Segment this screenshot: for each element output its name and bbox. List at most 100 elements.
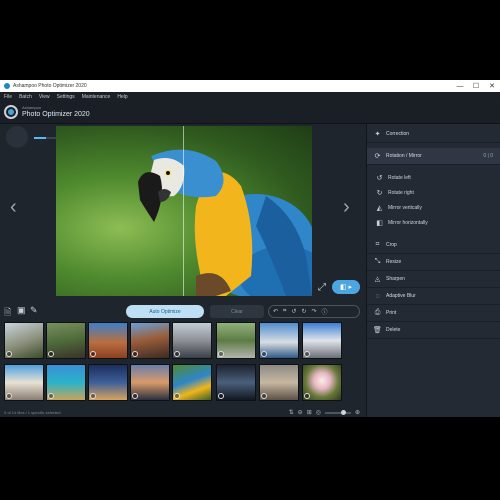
- parrot-image: [138, 149, 312, 296]
- thumbnail-check-icon[interactable]: [261, 393, 267, 399]
- thumbnail[interactable]: [216, 364, 256, 401]
- compare-toggle[interactable]: ◧ ▸: [332, 280, 360, 294]
- next-image-icon[interactable]: ›: [343, 196, 350, 219]
- thumbnail[interactable]: [172, 322, 212, 359]
- strength-slider-fill: [34, 137, 46, 139]
- redo-icon[interactable]: ↷: [311, 308, 316, 315]
- thumbnail[interactable]: [216, 322, 256, 359]
- previous-image-icon[interactable]: ‹: [10, 196, 17, 219]
- fit-view-icon[interactable]: ◎: [316, 409, 321, 416]
- zoom-in-icon[interactable]: ⊕: [355, 409, 360, 416]
- sidebar-item-crop[interactable]: ⌗ Crop: [367, 237, 500, 254]
- thumbnail[interactable]: [302, 364, 342, 401]
- mirror-vertical-icon: ◭: [376, 204, 383, 212]
- thumbnail-check-icon[interactable]: [174, 351, 180, 357]
- thumbnail[interactable]: [46, 322, 86, 359]
- sidebar-item-delete[interactable]: 🗑 Delete: [367, 322, 500, 339]
- save-icon[interactable]: ▣: [17, 305, 26, 316]
- thumbnail[interactable]: [88, 322, 128, 359]
- maximize-button[interactable]: ☐: [468, 80, 484, 92]
- status-text: 0 of 14 files / 1 specific selected: [4, 410, 61, 415]
- mirror-vertical-button[interactable]: ◭ Mirror vertically: [375, 201, 495, 214]
- thumbnail-check-icon[interactable]: [304, 351, 310, 357]
- action-toolbar: 🗎 ▣ ✎ Auto Optimize Clear ↶ ⌗ ↺ ↻ ↷ ⓘ: [0, 302, 366, 322]
- print-icon: ⎙: [374, 309, 381, 316]
- sidebar-item-print[interactable]: ⎙ Print: [367, 305, 500, 322]
- thumbnail-check-icon[interactable]: [48, 351, 54, 357]
- menu-batch[interactable]: Batch: [19, 94, 32, 100]
- thumbnail[interactable]: [302, 322, 342, 359]
- thumbnail[interactable]: [4, 364, 44, 401]
- app-icon: [4, 83, 10, 89]
- menu-view[interactable]: View: [39, 94, 50, 100]
- file-icon[interactable]: 🗎: [4, 305, 11, 321]
- sidebar-item-label: Resize: [386, 259, 402, 265]
- sidebar-item-adaptive-blur[interactable]: ◌ Adaptive Blur: [367, 288, 500, 305]
- crop-tool-icon[interactable]: ⌗: [283, 308, 286, 315]
- quick-tools-group: ↶ ⌗ ↺ ↻ ↷ ⓘ: [268, 305, 360, 318]
- thumbnail-check-icon[interactable]: [132, 393, 138, 399]
- clear-button[interactable]: Clear: [210, 305, 264, 318]
- sidebar-item-correction[interactable]: ✦ Correction: [367, 126, 500, 143]
- before-after-divider[interactable]: [183, 126, 184, 296]
- sub-item-label: Mirror vertically: [388, 204, 422, 211]
- app-window: Ashampoo Photo Optimizer 2020 — ☐ ✕ File…: [0, 80, 500, 417]
- menu-maintenance[interactable]: Maintenance: [82, 94, 111, 100]
- undo-button[interactable]: [6, 126, 28, 148]
- thumbnail[interactable]: [88, 364, 128, 401]
- rotate-right-tool-icon[interactable]: ↻: [301, 308, 306, 315]
- rotate-left-button[interactable]: ↺ Rotate left: [375, 171, 495, 184]
- photo-preview[interactable]: [56, 126, 312, 296]
- window-controls: — ☐ ✕: [452, 80, 500, 92]
- thumbnail[interactable]: [259, 364, 299, 401]
- thumbnail-check-icon[interactable]: [174, 393, 180, 399]
- menu-settings[interactable]: Settings: [57, 94, 75, 100]
- delete-icon: 🗑: [373, 327, 382, 334]
- grid-view-icon[interactable]: ⊞: [307, 409, 312, 416]
- thumbnail-check-icon[interactable]: [90, 351, 96, 357]
- thumbnail-check-icon[interactable]: [48, 393, 54, 399]
- thumbnail-check-icon[interactable]: [132, 351, 138, 357]
- thumbnail[interactable]: [259, 322, 299, 359]
- minimize-button[interactable]: —: [452, 80, 468, 92]
- sparkle-icon: ✦: [374, 131, 381, 138]
- sort-icon[interactable]: ⇅: [289, 409, 294, 416]
- thumbnail[interactable]: [4, 322, 44, 359]
- thumbnail-selected[interactable]: [172, 364, 212, 401]
- sidebar-item-label: Sharpen: [386, 276, 405, 282]
- undo-icon[interactable]: ↶: [273, 308, 278, 315]
- thumbnail-check-icon[interactable]: [218, 351, 224, 357]
- thumbnail[interactable]: [130, 322, 170, 359]
- sidebar-item-rotation-mirror[interactable]: ⟳ Rotation / Mirror 0 | 0: [367, 148, 500, 165]
- info-icon[interactable]: ⓘ: [322, 307, 328, 316]
- thumbnail-check-icon[interactable]: [304, 393, 310, 399]
- fullscreen-icon[interactable]: ⤢: [318, 282, 326, 293]
- sidebar-item-label: Crop: [386, 242, 397, 248]
- thumbnail-check-icon[interactable]: [6, 351, 12, 357]
- sidebar-item-sharpen[interactable]: ◬ Sharpen: [367, 271, 500, 288]
- thumbnail-check-icon[interactable]: [218, 393, 224, 399]
- zoom-out-icon[interactable]: ⊖: [298, 409, 303, 416]
- auto-optimize-button[interactable]: Auto Optimize: [126, 305, 204, 318]
- thumbnail-check-icon[interactable]: [6, 393, 12, 399]
- sidebar-item-resize[interactable]: ⤡ Resize: [367, 254, 500, 271]
- app-logo-icon: [4, 105, 18, 119]
- rotate-left-tool-icon[interactable]: ↺: [291, 308, 296, 315]
- thumbnail[interactable]: [46, 364, 86, 401]
- tools-sidebar: ✦ Correction ⟳ Rotation / Mirror 0 | 0 ↺…: [366, 124, 500, 417]
- status-controls: ⇅ ⊖ ⊞ ◎ ⊕: [289, 408, 360, 417]
- screen: Ashampoo Photo Optimizer 2020 — ☐ ✕ File…: [0, 0, 500, 500]
- thumbnail-check-icon[interactable]: [261, 351, 267, 357]
- thumbnail[interactable]: [130, 364, 170, 401]
- mirror-horizontal-button[interactable]: ◧ Mirror horizontally: [375, 216, 495, 229]
- rotate-right-button[interactable]: ↻ Rotate right: [375, 186, 495, 199]
- brush-icon[interactable]: ✎: [30, 305, 38, 316]
- close-button[interactable]: ✕: [484, 80, 500, 92]
- brand-vendor: Ashampoo: [22, 105, 42, 110]
- menu-file[interactable]: File: [4, 94, 12, 100]
- thumbnail-check-icon[interactable]: [90, 393, 96, 399]
- title-bar: Ashampoo Photo Optimizer 2020 — ☐ ✕: [0, 80, 500, 92]
- sidebar-item-label: Correction: [386, 131, 410, 137]
- zoom-slider[interactable]: [324, 409, 351, 415]
- menu-help[interactable]: Help: [117, 94, 127, 100]
